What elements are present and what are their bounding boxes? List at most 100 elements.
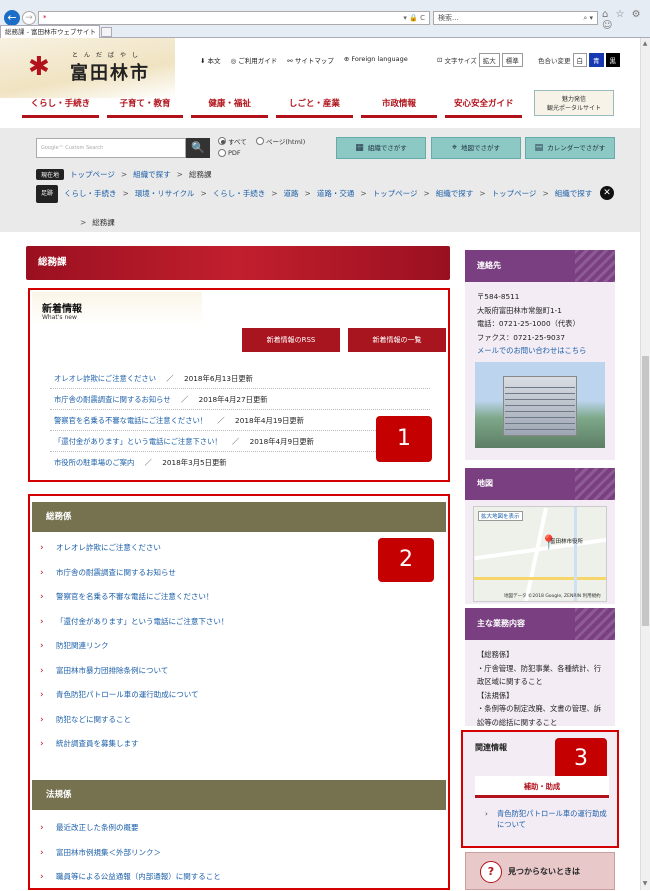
chevron-right-icon: ›	[40, 665, 44, 676]
scroll-down-icon[interactable]: ▼	[640, 880, 650, 887]
news-link[interactable]: 市庁舎の耐震調査に関するお知らせ	[54, 395, 171, 404]
list-link[interactable]: 「還付金があります」という電話にご注意下さい！	[56, 617, 228, 626]
radio-page[interactable]: ページ(html)	[256, 136, 305, 146]
font-standard-button[interactable]: 標準	[501, 53, 523, 67]
color-blue-button[interactable]: 青	[589, 53, 604, 67]
trail-link[interactable]: 道路・交通	[317, 186, 355, 202]
util-link-foreign[interactable]: ⊕ Foreign language	[344, 55, 408, 65]
news-sep: ／	[166, 374, 174, 383]
trail-link[interactable]: トップページ	[373, 186, 418, 202]
nav-childcare[interactable]: 子育て・教育	[106, 92, 184, 118]
forward-arrow-icon[interactable]: →	[22, 11, 36, 25]
list-link[interactable]: オレオレ詐欺にご注意ください	[56, 543, 161, 552]
search-area: Google™ Custom Search 🔍 すべて ページ(html) PD…	[0, 128, 640, 232]
tourism-portal-banner[interactable]: 魅力発信 観光ポータルサイト	[534, 90, 614, 116]
find-by-calendar-button[interactable]: ▤ カレンダーでさがす	[525, 137, 615, 159]
page-title: 総務課	[26, 246, 450, 280]
nav-safety[interactable]: 安心安全ガイド	[445, 92, 523, 118]
search-button[interactable]: 🔍	[186, 138, 210, 158]
map-enlarge-link[interactable]: 拡大地図を表示	[478, 511, 523, 521]
trail-link[interactable]: 組織で探す	[436, 186, 474, 202]
find-by-org-button[interactable]: ▦ 組織でさがす	[336, 137, 426, 159]
contact-mail-link[interactable]: メールでのお問い合わせはこちら	[477, 344, 603, 358]
trail-link[interactable]: トップページ	[492, 186, 537, 202]
list-link[interactable]: 防犯関連リンク	[56, 641, 109, 650]
color-black-button[interactable]: 黒	[605, 53, 620, 67]
chevron-right-icon: ›	[40, 616, 44, 627]
news-link[interactable]: オレオレ詐欺にご注意ください	[54, 374, 156, 383]
font-enlarge-button[interactable]: 拡大	[478, 53, 500, 67]
nav-health[interactable]: 健康・福祉	[191, 92, 269, 118]
scroll-up-icon[interactable]: ▲	[640, 40, 650, 47]
breadcrumb-separator: >	[176, 170, 183, 179]
close-icon[interactable]: ✕	[600, 186, 614, 200]
list-link[interactable]: 青色防犯パトロール車の運行助成について	[56, 690, 199, 699]
list-link[interactable]: 富田林市暴力団排除条例について	[56, 666, 168, 675]
globe-icon: ⊕	[343, 55, 350, 63]
nav-city-info[interactable]: 市政情報	[360, 92, 438, 118]
related-link[interactable]: 青色防犯パトロール車の運行助成について	[497, 809, 607, 829]
list-link[interactable]: 最近改正した条例の概要	[56, 823, 139, 832]
list-link[interactable]: 職員等による公益通報（内部通報）に関すること	[56, 872, 221, 881]
list-link[interactable]: 市庁舎の耐震調査に関するお知らせ	[56, 568, 176, 577]
contact-heading: 連絡先	[465, 250, 615, 282]
address-bar[interactable]: * ▾ 🔒 C	[38, 11, 430, 25]
not-found-button[interactable]: ? 見つからないときは	[465, 852, 615, 890]
list-link[interactable]: 防犯などに関すること	[56, 715, 131, 724]
scrollbar-thumb[interactable]	[642, 356, 649, 626]
find-by-map-button[interactable]: ⌖ 地図でさがす	[431, 137, 521, 159]
breadcrumb-separator: >	[120, 170, 128, 179]
news-link[interactable]: 「還付金があります」という電話にご注意下さい！	[54, 437, 222, 446]
search-icon: 🔍	[191, 141, 205, 154]
radio-pdf[interactable]: PDF	[218, 149, 241, 157]
news-list-button[interactable]: 新着情報の一覧	[348, 328, 446, 352]
toolbar-icons[interactable]: ⌂ ☆ ⚙ ☺	[602, 9, 650, 31]
new-tab-button[interactable]	[101, 27, 112, 37]
color-change-label: 色合い変更	[538, 57, 571, 65]
trail-link[interactable]: 組織で探す	[555, 186, 593, 202]
site-logo[interactable]: ✱ とんだばやし 富田林市	[22, 44, 172, 84]
related-info-box: 関連情報 3 補助・助成 › 青色防犯パトロール車の運行助成について	[461, 730, 619, 848]
breadcrumb-link[interactable]: 組織で探す	[133, 169, 171, 180]
news-item: オレオレ詐欺にご注意ください ／ 2018年6月13日更新	[50, 368, 430, 389]
trail-link[interactable]: 道路	[284, 186, 299, 202]
trail-link[interactable]: くらし・手続き	[213, 186, 266, 202]
radio-all[interactable]: すべて	[218, 136, 247, 146]
address-controls[interactable]: ▾ 🔒 C	[403, 12, 425, 24]
news-sep: ／	[144, 458, 152, 467]
news-item: 警察官を名乗る不審な電話にご注意ください！ ／ 2018年4月19日更新	[50, 410, 430, 431]
list-link[interactable]: 警察官を名乗る不審な電話にご注意ください！	[56, 592, 213, 601]
related-tab[interactable]: 補助・助成	[475, 776, 609, 798]
map-heading: 地図	[465, 468, 615, 500]
news-link[interactable]: 警察官を名乗る不審な電話にご注意ください！	[54, 416, 207, 425]
site-search-input[interactable]: Google™ Custom Search	[36, 138, 186, 158]
back-arrow-icon[interactable]: ←	[4, 10, 20, 26]
browser-search-input[interactable]: 検索... ⌕ ▾	[433, 11, 598, 25]
nav-work[interactable]: しごと・産業	[276, 92, 353, 118]
related-link-item: › 青色防犯パトロール車の運行助成について	[485, 808, 611, 830]
nav-living[interactable]: くらし・手続き	[22, 92, 99, 118]
list-link[interactable]: 統計調査員を募集します	[56, 739, 139, 748]
util-link-main[interactable]: ⬇ 本文	[200, 55, 221, 65]
util-link-guide[interactable]: ◎ ご利用ガイド	[231, 55, 278, 65]
news-rss-button[interactable]: 新着情報のRSS	[242, 328, 340, 352]
trail-link[interactable]: くらし・手続き	[64, 186, 117, 202]
list-item: › 市庁舎の耐震調査に関するお知らせ	[38, 561, 418, 586]
utility-links: ⬇ 本文 ◎ ご利用ガイド ⚯ サイトマップ ⊕ Foreign languag…	[200, 55, 408, 65]
contact-body: 〒584-8511 大阪府富田林市常盤町1-1 電話：0721-25-1000（…	[465, 282, 615, 366]
list-link[interactable]: 富田林市例規集＜外部リンク＞	[56, 848, 161, 857]
trail-link[interactable]: 環境・リサイクル	[135, 186, 195, 202]
contact-line: ファクス：0721-25-9037	[477, 332, 565, 342]
google-map[interactable]: 拡大地図を表示 📍 富田林市役所 地図データ ©2018 Google, ZEN…	[473, 506, 607, 602]
util-link-sitemap[interactable]: ⚯ サイトマップ	[287, 55, 334, 65]
search-icon[interactable]: ⌕ ▾	[583, 12, 593, 24]
annotation-marker-3: 3	[555, 738, 607, 780]
list-item: › 富田林市例規集＜外部リンク＞	[38, 841, 418, 866]
list-item: › 警察官を名乗る不審な電話にご注意ください！	[38, 585, 418, 610]
news-link[interactable]: 市役所の駐車場のご案内	[54, 458, 134, 467]
browser-tab[interactable]: 総務課 - 富田林市ウェブサイト	[0, 25, 100, 38]
breadcrumb-link[interactable]: トップページ	[70, 169, 115, 180]
guide-icon: ◎	[230, 57, 237, 65]
color-white-button[interactable]: 白	[572, 53, 587, 67]
news-section: 新着情報 What's new 新着情報のRSS 新着情報の一覧 オレオレ詐欺に…	[28, 288, 450, 482]
